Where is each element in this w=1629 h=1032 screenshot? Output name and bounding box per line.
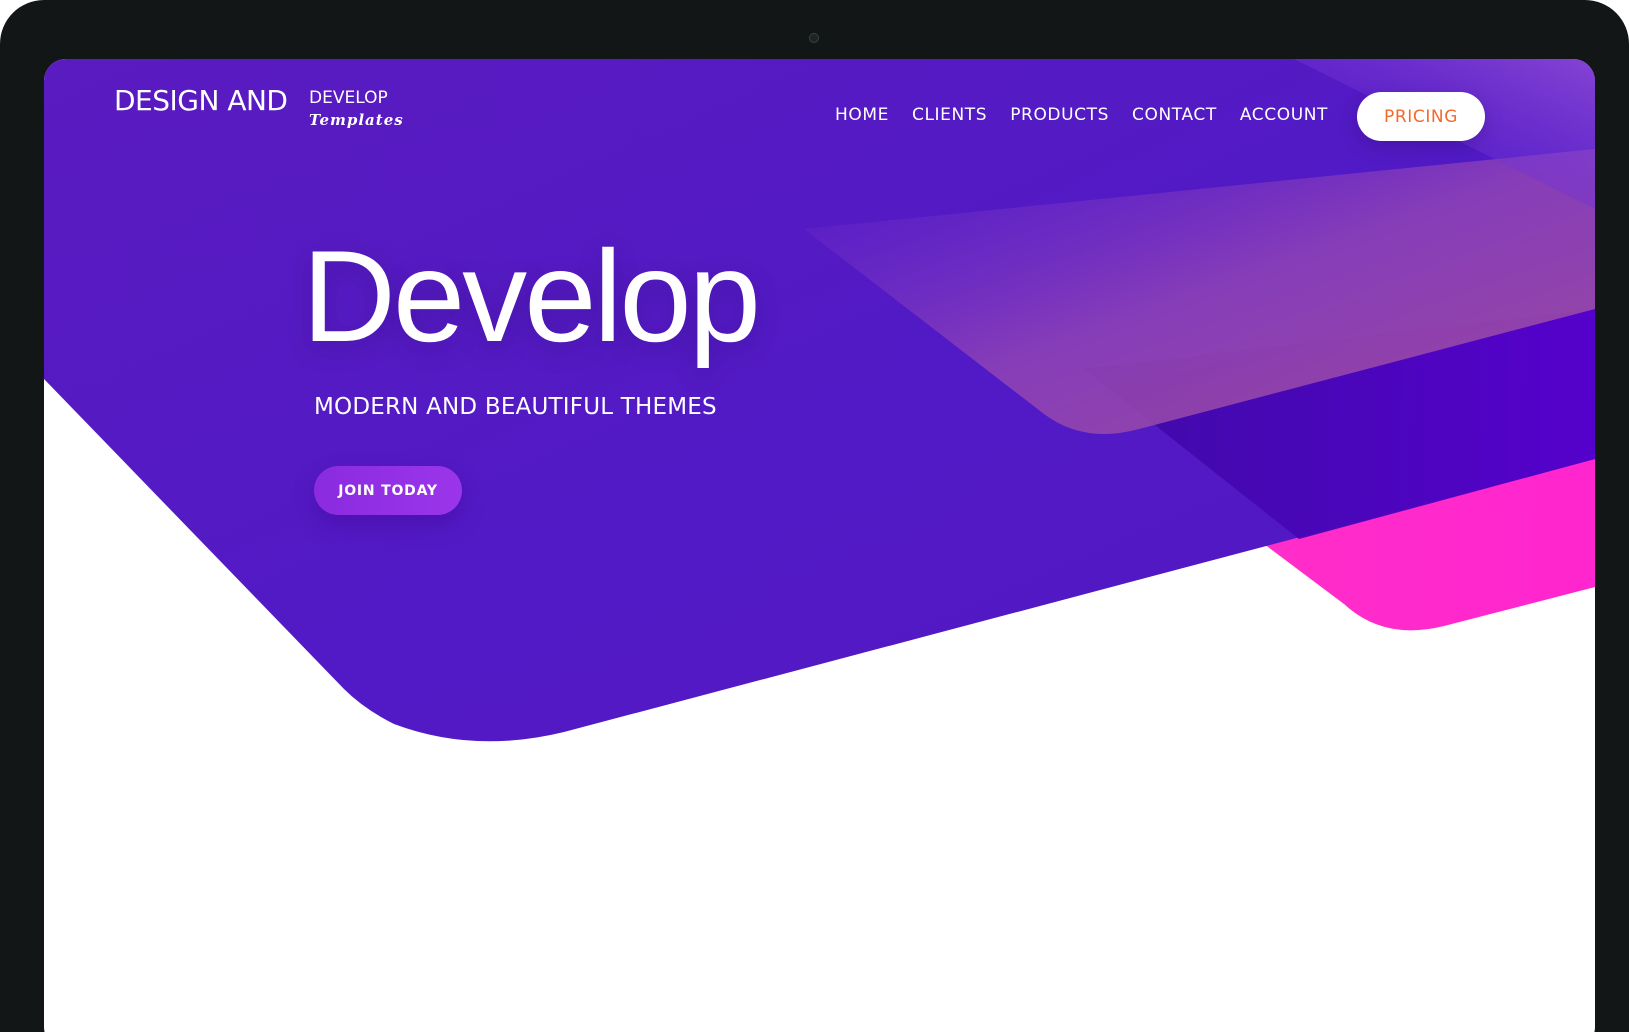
main-menu: HOME CLIENTS PRODUCTS CONTACT ACCOUNT bbox=[835, 105, 1351, 125]
website-viewport: DESIGN AND DEVELOP Templates HOME CLIENT… bbox=[44, 59, 1595, 1032]
hero-background bbox=[44, 59, 1595, 742]
join-today-button[interactable]: JOIN TODAY bbox=[314, 466, 462, 515]
pricing-button[interactable]: PRICING bbox=[1357, 92, 1485, 141]
brand-main-text: DESIGN AND bbox=[114, 84, 288, 117]
brand-sub-text: DEVELOP bbox=[309, 88, 388, 108]
nav-clients-link[interactable]: CLIENTS bbox=[912, 105, 987, 125]
hero-title: Develop bbox=[302, 223, 761, 369]
nav-home-link[interactable]: HOME bbox=[835, 105, 889, 125]
laptop-frame: DESIGN AND DEVELOP Templates HOME CLIENT… bbox=[0, 0, 1629, 1032]
webcam-icon bbox=[809, 33, 819, 43]
nav-account-link[interactable]: ACCOUNT bbox=[1240, 105, 1328, 125]
top-navigation: DESIGN AND DEVELOP Templates HOME CLIENT… bbox=[44, 59, 1595, 179]
hero-subtitle: MODERN AND BEAUTIFUL THEMES bbox=[314, 394, 717, 420]
brand-script-text: Templates bbox=[309, 111, 404, 129]
nav-contact-link[interactable]: CONTACT bbox=[1132, 105, 1217, 125]
nav-products-link[interactable]: PRODUCTS bbox=[1010, 105, 1109, 125]
